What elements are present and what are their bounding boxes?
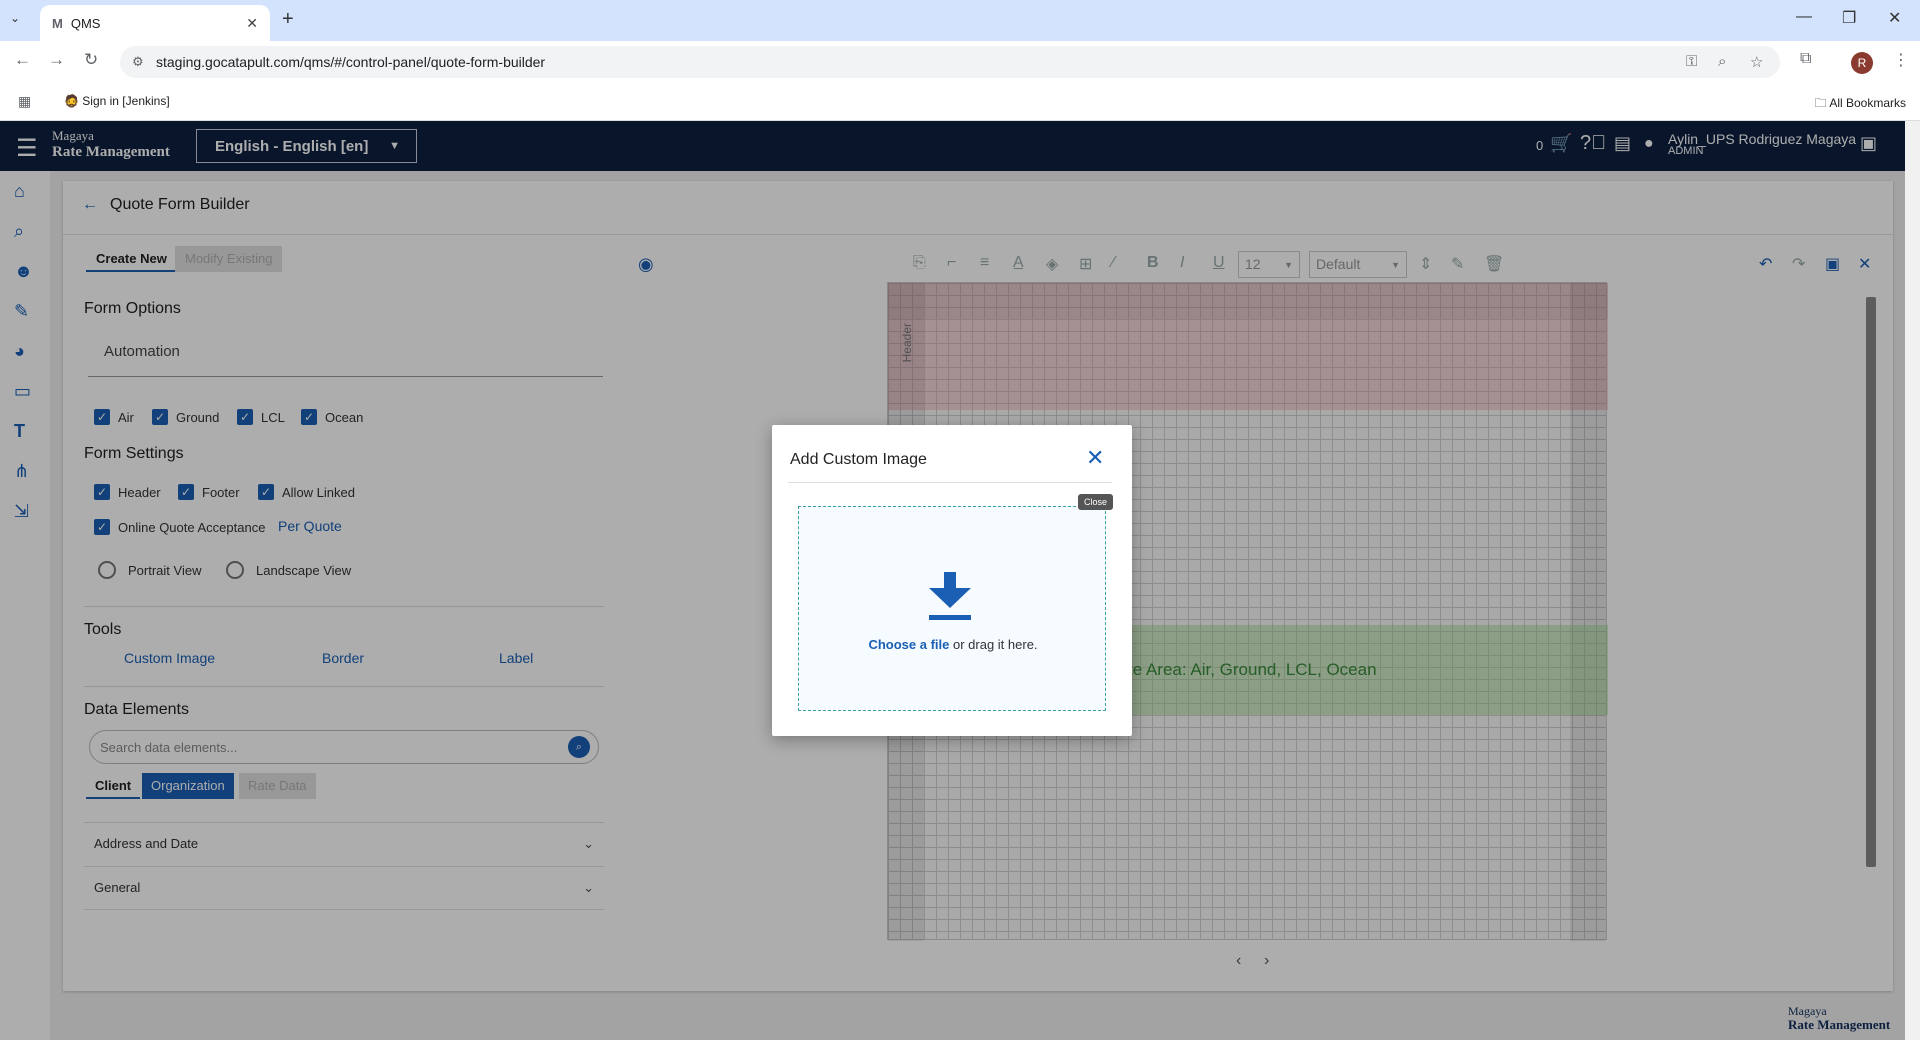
- add-custom-image-dialog: Add Custom Image ✕ Choose a file or drag…: [772, 425, 1132, 736]
- dialog-divider: [788, 482, 1112, 483]
- site-info-icon[interactable]: ⚙: [132, 54, 144, 70]
- tab-close-icon[interactable]: ✕: [246, 15, 258, 32]
- qms-favicon-icon: M: [52, 15, 63, 31]
- drag-hint: or drag it here.: [949, 637, 1038, 652]
- forward-icon[interactable]: →: [48, 50, 65, 70]
- address-row: ← → ↻ ⚙ staging.gocatapult.com/qms/#/con…: [0, 41, 1920, 83]
- dropzone-text: Choose a file or drag it here.: [799, 637, 1107, 652]
- tab-title: QMS: [70, 15, 101, 31]
- minimize-icon[interactable]: —: [1796, 8, 1812, 26]
- footer-brand-line1: Magaya: [1788, 1004, 1827, 1018]
- tab-search-icon[interactable]: ⌄: [10, 11, 20, 25]
- window-close-icon[interactable]: ✕: [1888, 8, 1901, 28]
- download-icon-head: [929, 588, 971, 608]
- bookmark-jenkins[interactable]: 🧔 Sign in [Jenkins]: [64, 94, 170, 108]
- file-dropzone[interactable]: Choose a file or drag it here.: [798, 506, 1106, 711]
- browser-tab-bar: ⌄ M QMS ✕ + — ❐ ✕: [0, 0, 1920, 41]
- footer-brand-line2: Rate Management: [1788, 1017, 1891, 1032]
- close-tooltip: Close: [1078, 494, 1114, 510]
- dialog-title: Add Custom Image: [790, 451, 927, 468]
- url-text: staging.gocatapult.com/qms/#/control-pan…: [156, 54, 546, 70]
- footer-logo: Magaya Rate Management: [1788, 1004, 1890, 1032]
- back-icon[interactable]: ←: [14, 50, 31, 70]
- all-bookmarks[interactable]: 🗀 All Bookmarks: [1815, 94, 1906, 115]
- bookmark-star-icon[interactable]: ☆: [1750, 53, 1763, 71]
- extensions-icon[interactable]: ⧉: [1800, 50, 1811, 68]
- profile-avatar[interactable]: R: [1851, 52, 1873, 74]
- browser-menu-icon[interactable]: ⋮: [1893, 50, 1909, 70]
- bookmarks-bar: ▦ 🧔 Sign in [Jenkins] 🗀 All Bookmarks: [0, 83, 1920, 121]
- password-key-icon[interactable]: ⚿: [1686, 53, 1697, 70]
- choose-file-link[interactable]: Choose a file: [868, 637, 949, 652]
- apps-grid-icon[interactable]: ▦: [18, 93, 31, 110]
- page-scrollbar[interactable]: [1905, 121, 1920, 1040]
- close-icon[interactable]: ✕: [1086, 445, 1104, 471]
- reload-icon[interactable]: ↻: [84, 50, 98, 70]
- new-tab-icon[interactable]: +: [282, 8, 294, 31]
- bookmark-jenkins-label: Sign in [Jenkins]: [82, 94, 170, 108]
- all-bookmarks-label: All Bookmarks: [1829, 96, 1906, 110]
- download-icon: [929, 572, 971, 622]
- url-bar[interactable]: ⚙ staging.gocatapult.com/qms/#/control-p…: [120, 46, 1780, 78]
- browser-tab[interactable]: M QMS ✕: [40, 5, 270, 41]
- zoom-icon[interactable]: ⌕: [1718, 53, 1726, 70]
- restore-icon[interactable]: ❐: [1842, 8, 1856, 28]
- download-icon-bar: [929, 615, 971, 620]
